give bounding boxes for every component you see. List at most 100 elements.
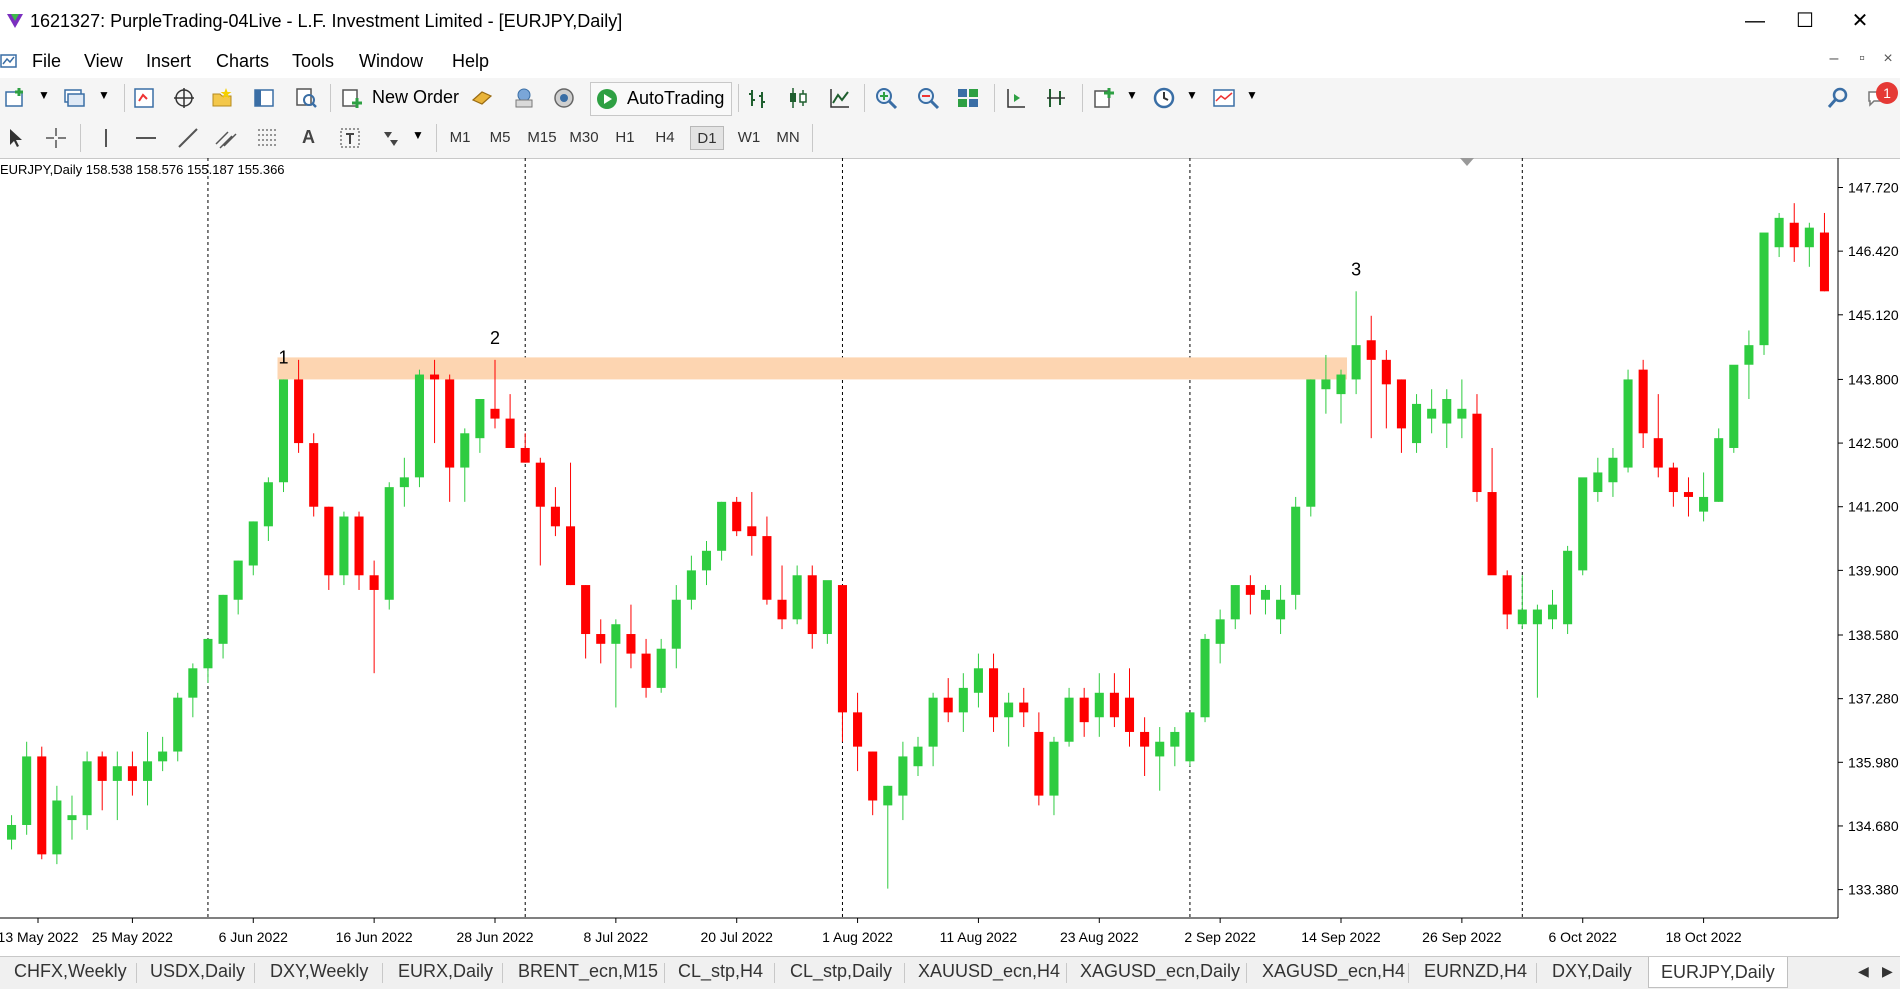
trade-icon[interactable]: [470, 86, 494, 110]
market-icon[interactable]: [552, 86, 576, 110]
tab-xauusd-ecn-h4[interactable]: XAUUSD_ecn,H4: [918, 961, 1060, 982]
candle: [1578, 477, 1588, 576]
menu-view[interactable]: View: [84, 51, 123, 72]
chart-window-icon[interactable]: [0, 52, 18, 70]
menu-file[interactable]: File: [32, 51, 61, 72]
bar-chart-icon[interactable]: [746, 86, 770, 110]
data-window-icon[interactable]: [172, 86, 196, 110]
candlesticks-icon[interactable]: [786, 86, 810, 110]
candle: [1064, 687, 1074, 747]
search-icon[interactable]: [1826, 86, 1850, 110]
tab-xagusd-ecn-h4[interactable]: XAGUSD_ecn,H4: [1262, 961, 1405, 982]
zoom-out-icon[interactable]: [916, 86, 940, 110]
tab-eurnzd-h4[interactable]: EURNZD,H4: [1424, 961, 1527, 982]
fibonacci-icon[interactable]: [256, 126, 280, 150]
candle: [1396, 379, 1406, 453]
chart-annotation-label[interactable]: 3: [1351, 259, 1361, 279]
candle: [717, 501, 727, 561]
new-chart-icon[interactable]: [4, 86, 28, 110]
chart-shift-marker[interactable]: [1460, 158, 1474, 166]
menu-window[interactable]: Window: [359, 51, 423, 72]
timeframe-m5[interactable]: M5: [484, 126, 516, 150]
text-label-icon[interactable]: [338, 126, 362, 150]
signals-icon[interactable]: [512, 86, 536, 110]
tabs-scroll-right-icon[interactable]: ▶: [1882, 963, 1893, 980]
candle-body: [505, 418, 515, 448]
tab-dxy-daily[interactable]: DXY,Daily: [1552, 961, 1632, 982]
timeframe-m1[interactable]: M1: [444, 126, 476, 150]
chart-annotation-label[interactable]: 2: [490, 328, 500, 348]
candle-body: [928, 697, 938, 747]
arrows-icon[interactable]: [380, 126, 404, 150]
market-watch-icon[interactable]: [132, 86, 156, 110]
templates-icon[interactable]: [1212, 86, 1236, 110]
menu-help[interactable]: Help: [452, 51, 489, 72]
timeframe-m30[interactable]: M30: [566, 126, 602, 150]
timeframe-m15[interactable]: M15: [524, 126, 560, 150]
trendline-icon[interactable]: [176, 126, 200, 150]
profiles-dropdown-icon[interactable]: ▼: [98, 88, 110, 102]
horizontal-line-icon[interactable]: [134, 126, 158, 150]
candle-body: [1124, 697, 1135, 732]
autotrading-button[interactable]: AutoTrading: [590, 82, 732, 116]
tab-dxy-weekly[interactable]: DXY,Weekly: [270, 961, 368, 982]
chart-annotation-label[interactable]: 1: [278, 347, 288, 367]
timeframe-w1[interactable]: W1: [732, 126, 766, 150]
arrows-dropdown-icon[interactable]: ▼: [412, 128, 424, 142]
chart-shift-icon[interactable]: [1004, 86, 1028, 110]
navigator-icon[interactable]: [210, 86, 234, 110]
tab-cl-stp-daily[interactable]: CL_stp,Daily: [790, 961, 892, 982]
equidistant-channel-icon[interactable]: [214, 126, 238, 150]
menu-charts[interactable]: Charts: [216, 51, 269, 72]
candle: [1366, 315, 1376, 439]
candle-body: [1593, 472, 1603, 493]
close-button[interactable]: ✕: [1835, 6, 1885, 36]
candle-body: [309, 443, 319, 507]
indicators-icon[interactable]: [1092, 86, 1116, 110]
line-chart-icon[interactable]: [828, 86, 852, 110]
price-chart[interactable]: 1 2 3 147.720 146.420 145.120 143.800 142.500 1…: [0, 158, 1900, 956]
timeframe-mn[interactable]: MN: [770, 126, 806, 150]
timeframe-d1[interactable]: D1: [690, 126, 724, 150]
candle: [701, 541, 712, 586]
menu-insert[interactable]: Insert: [146, 51, 191, 72]
periods-icon[interactable]: [1152, 86, 1176, 110]
timeframe-h1[interactable]: H1: [608, 126, 642, 150]
candle: [1004, 692, 1014, 747]
tab-eurx-daily[interactable]: EURX,Daily: [398, 961, 493, 982]
candle-body: [1699, 496, 1709, 512]
terminal-icon[interactable]: [252, 86, 276, 110]
candle-body: [112, 766, 122, 781]
maximize-button[interactable]: ☐: [1780, 6, 1830, 36]
mdi-minimize-button[interactable]: –: [1822, 50, 1846, 68]
strategy-tester-icon[interactable]: [294, 86, 318, 110]
new-order-icon[interactable]: [340, 86, 364, 110]
tab-cl-stp-h4[interactable]: CL_stp,H4: [678, 961, 763, 982]
indicators-dropdown-icon[interactable]: ▼: [1126, 88, 1138, 102]
mdi-restore-button[interactable]: ▫: [1850, 50, 1874, 68]
tabs-scroll-left-icon[interactable]: ◀: [1858, 963, 1869, 980]
mdi-close-button[interactable]: ×: [1876, 50, 1900, 68]
tab-eurjpy-daily[interactable]: EURJPY,Daily: [1648, 957, 1788, 988]
tab-usdx-daily[interactable]: USDX,Daily: [150, 961, 245, 982]
text-tool-icon[interactable]: A: [302, 127, 315, 148]
candle: [958, 673, 968, 732]
cursor-icon[interactable]: [4, 126, 28, 150]
tile-windows-icon[interactable]: [956, 86, 980, 110]
autoscroll-icon[interactable]: [1044, 86, 1068, 110]
profiles-icon[interactable]: [62, 86, 86, 110]
crosshair-icon[interactable]: [44, 126, 68, 150]
periods-dropdown-icon[interactable]: ▼: [1186, 88, 1198, 102]
menu-tools[interactable]: Tools: [292, 51, 334, 72]
new-order-button[interactable]: New Order: [372, 87, 459, 108]
new-chart-dropdown-icon[interactable]: ▼: [38, 88, 50, 102]
vertical-line-icon[interactable]: [94, 126, 118, 150]
chart-window[interactable]: 1 2 3 147.720 146.420 145.120 143.800 142.500 1…: [0, 158, 1900, 956]
tab-chfx-weekly[interactable]: CHFX,Weekly: [14, 961, 127, 982]
zoom-in-icon[interactable]: [874, 86, 898, 110]
timeframe-h4[interactable]: H4: [648, 126, 682, 150]
tab-brent-ecn-m15[interactable]: BRENT_ecn,M15: [518, 961, 658, 982]
templates-dropdown-icon[interactable]: ▼: [1246, 88, 1258, 102]
minimize-button[interactable]: —: [1730, 6, 1780, 36]
tab-xagusd-ecn-daily[interactable]: XAGUSD_ecn,Daily: [1080, 961, 1240, 982]
